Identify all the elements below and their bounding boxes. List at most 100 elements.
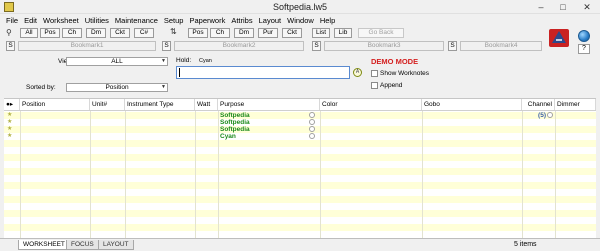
purpose-cell[interactable]: Softpedia bbox=[218, 112, 250, 119]
menu-utilities[interactable]: Utilities bbox=[85, 15, 109, 26]
column-divider bbox=[195, 111, 196, 251]
empty-row[interactable] bbox=[4, 147, 596, 154]
purpose-cell[interactable]: Cyan bbox=[218, 133, 236, 140]
filter-dm-button[interactable]: Dm bbox=[86, 28, 106, 38]
purpose-cell[interactable]: Softpedia bbox=[218, 126, 250, 133]
col-header-dimmer[interactable]: Dimmer bbox=[555, 99, 596, 110]
tab-focus[interactable]: FOCUS bbox=[66, 240, 99, 250]
grid-header: ●▸ Position Unit# Instrument Type Watt P… bbox=[4, 99, 596, 111]
view-select[interactable]: ALL ▼ bbox=[66, 57, 168, 66]
sort-pos-button[interactable]: Pos bbox=[188, 28, 208, 38]
table-row[interactable]: ★ Softpedia (5) bbox=[4, 112, 596, 119]
hold-value: Cyan bbox=[199, 58, 212, 64]
col-header-purpose[interactable]: Purpose bbox=[218, 99, 320, 110]
sort-icon[interactable]: ⇅ bbox=[170, 27, 177, 37]
menu-layout[interactable]: Layout bbox=[259, 15, 282, 26]
window-title: Softpedia.lw5 bbox=[272, 2, 328, 12]
list-button[interactable]: List bbox=[312, 28, 330, 38]
worksheet-grid[interactable]: ●▸ Position Unit# Instrument Type Watt P… bbox=[4, 98, 596, 251]
bookmark3-button[interactable]: Bookmark3 bbox=[324, 41, 444, 51]
apply-hold-icon[interactable]: A bbox=[353, 68, 362, 77]
menu-help[interactable]: Help bbox=[320, 15, 335, 26]
go-back-button[interactable]: Go Back bbox=[358, 28, 404, 38]
table-row[interactable]: ★ Cyan bbox=[4, 133, 596, 140]
table-row[interactable]: ★ Softpedia bbox=[4, 119, 596, 126]
menu-window[interactable]: Window bbox=[287, 15, 314, 26]
search-icon[interactable]: ⚲ bbox=[6, 28, 12, 38]
sort-dm-button[interactable]: Dm bbox=[234, 28, 254, 38]
close-button[interactable]: ✕ bbox=[576, 0, 598, 14]
menu-file[interactable]: File bbox=[6, 15, 18, 26]
sort-ch-button[interactable]: Ch bbox=[210, 28, 230, 38]
filter-ch-button[interactable]: Ch bbox=[62, 28, 82, 38]
menu-attribs[interactable]: Attribs bbox=[231, 15, 252, 26]
lib-button[interactable]: Lib bbox=[334, 28, 352, 38]
empty-row[interactable] bbox=[4, 182, 596, 189]
col-header-position[interactable]: Position bbox=[20, 99, 90, 110]
empty-row[interactable] bbox=[4, 154, 596, 161]
empty-row[interactable] bbox=[4, 189, 596, 196]
empty-row[interactable] bbox=[4, 140, 596, 147]
menu-setup[interactable]: Setup bbox=[164, 15, 184, 26]
filter-cnum-button[interactable]: C# bbox=[134, 28, 154, 38]
purpose-lookup-icon[interactable] bbox=[309, 126, 315, 133]
bookmark2-button[interactable]: Bookmark2 bbox=[174, 41, 304, 51]
purpose-lookup-icon[interactable] bbox=[309, 133, 315, 140]
items-count: 5 items bbox=[514, 241, 537, 248]
tab-layout[interactable]: LAYOUT bbox=[98, 240, 134, 250]
chevron-down-icon: ▼ bbox=[161, 58, 166, 64]
menu-worksheet[interactable]: Worksheet bbox=[43, 15, 79, 26]
sort-pur-button[interactable]: Pur bbox=[258, 28, 278, 38]
bookmark4-button[interactable]: Bookmark4 bbox=[460, 41, 542, 51]
empty-row[interactable] bbox=[4, 168, 596, 175]
filter-pos-button[interactable]: Pos bbox=[40, 28, 60, 38]
minimize-button[interactable]: – bbox=[530, 0, 552, 14]
channel-cell[interactable]: (5) bbox=[530, 112, 546, 119]
globe-icon[interactable] bbox=[578, 30, 590, 42]
purpose-cell[interactable]: Softpedia bbox=[218, 119, 250, 126]
tab-worksheet[interactable]: WORKSHEET bbox=[18, 240, 70, 250]
append-checkbox[interactable] bbox=[371, 82, 378, 89]
purpose-lookup-icon[interactable] bbox=[309, 112, 315, 119]
set-bookmark4-button[interactable]: S bbox=[448, 41, 457, 51]
empty-row[interactable] bbox=[4, 210, 596, 217]
column-divider bbox=[125, 111, 126, 251]
menu-maintenance[interactable]: Maintenance bbox=[115, 15, 158, 26]
sort-ckt-button[interactable]: Ckt bbox=[282, 28, 302, 38]
set-bookmark2-button[interactable]: S bbox=[162, 41, 171, 51]
col-header-unit[interactable]: Unit# bbox=[90, 99, 125, 110]
col-header-channel[interactable]: Channel bbox=[522, 99, 555, 110]
filter-all-button[interactable]: All bbox=[20, 28, 38, 38]
col-header-watt[interactable]: Watt bbox=[195, 99, 218, 110]
menu-paperwork[interactable]: Paperwork bbox=[189, 15, 225, 26]
set-bookmark3-button[interactable]: S bbox=[312, 41, 321, 51]
purpose-lookup-icon[interactable] bbox=[309, 119, 315, 126]
channel-lookup-icon[interactable] bbox=[547, 112, 553, 119]
sorted-by-select[interactable]: Position ▼ bbox=[66, 83, 168, 92]
empty-row[interactable] bbox=[4, 175, 596, 182]
empty-row[interactable] bbox=[4, 231, 596, 238]
col-header-color[interactable]: Color bbox=[320, 99, 422, 110]
hold-label: Hold: bbox=[176, 57, 192, 64]
empty-row[interactable] bbox=[4, 196, 596, 203]
menu-bar: File Edit Worksheet Utilities Maintenance Set… bbox=[0, 15, 600, 26]
column-divider bbox=[555, 111, 556, 251]
bookmark1-button[interactable]: Bookmark1 bbox=[18, 41, 156, 51]
row-marker-icon: ★ bbox=[7, 119, 13, 125]
row-selector-header[interactable]: ●▸ bbox=[4, 99, 20, 110]
filter-ckt-button[interactable]: Ckt bbox=[110, 28, 130, 38]
table-row[interactable]: ★ Softpedia bbox=[4, 126, 596, 133]
hold-input[interactable] bbox=[176, 66, 350, 79]
empty-row[interactable] bbox=[4, 203, 596, 210]
help-button[interactable]: ? bbox=[578, 44, 590, 54]
maximize-button[interactable]: □ bbox=[552, 0, 574, 14]
empty-row[interactable] bbox=[4, 161, 596, 168]
empty-row[interactable] bbox=[4, 224, 596, 231]
col-header-gobo[interactable]: Gobo bbox=[422, 99, 522, 110]
row-marker-icon: ★ bbox=[7, 126, 13, 132]
set-bookmark1-button[interactable]: S bbox=[6, 41, 15, 51]
empty-row[interactable] bbox=[4, 217, 596, 224]
menu-edit[interactable]: Edit bbox=[24, 15, 37, 26]
col-header-instrument-type[interactable]: Instrument Type bbox=[125, 99, 195, 110]
show-worknotes-checkbox[interactable] bbox=[371, 70, 378, 77]
